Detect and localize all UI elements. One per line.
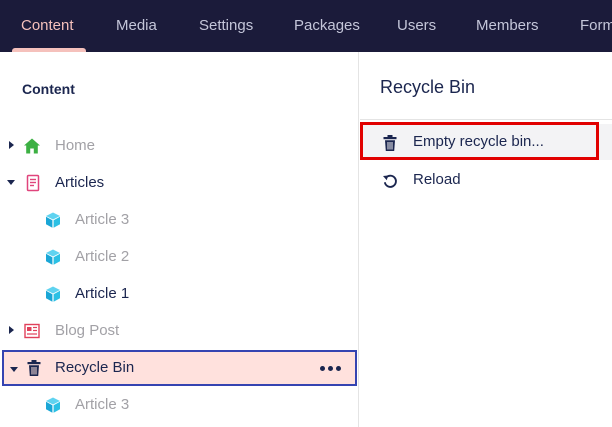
tree-node-label: Home [55, 137, 96, 154]
tab-content[interactable]: Content [21, 0, 74, 52]
tree-node-article-1[interactable]: Article 1 [0, 276, 359, 312]
tab-forms[interactable]: Forms [580, 0, 612, 52]
tab-packages[interactable]: Packages [294, 0, 360, 52]
expand-caret[interactable] [9, 326, 14, 334]
tree-node-recycled-article-3[interactable]: Article 3 [0, 387, 359, 423]
actions-title: Recycle Bin [380, 77, 476, 97]
tree-node-blog-post[interactable]: Blog Post [0, 313, 359, 349]
tree-node-home[interactable]: Home [0, 128, 359, 164]
tree-node-label: Recycle Bin [55, 359, 135, 376]
divider [360, 119, 612, 120]
cube-icon [46, 212, 60, 228]
tree-title: Content [22, 81, 75, 97]
document-icon [26, 174, 40, 192]
collapse-caret[interactable] [10, 367, 18, 372]
cube-icon [46, 286, 60, 302]
reload-button[interactable]: Reload [360, 162, 612, 198]
tab-media[interactable]: Media [116, 0, 157, 52]
tree-node-label: Blog Post [55, 322, 120, 339]
empty-recycle-bin-button[interactable]: Empty recycle bin... [360, 122, 612, 160]
actions-panel: Recycle Bin Empty recycle bin... Reload [360, 52, 612, 427]
collapse-caret[interactable] [7, 180, 15, 185]
tree-node-label: Article 3 [75, 211, 130, 228]
tab-users[interactable]: Users [397, 0, 436, 52]
highlight-box [360, 122, 599, 160]
newspaper-icon [24, 323, 40, 339]
tree-node-article-2[interactable]: Article 2 [0, 239, 359, 275]
tree-node-articles[interactable]: Articles [0, 165, 359, 201]
top-navigation: Content Media Settings Packages Users Me… [0, 0, 612, 52]
tree-node-label: Article 1 [75, 285, 130, 302]
tab-settings[interactable]: Settings [199, 0, 253, 52]
tree-node-recycle-bin[interactable]: Recycle Bin [2, 350, 357, 386]
content-tree-panel: Content Home Articles Article 3 Article … [0, 52, 359, 427]
expand-caret[interactable] [9, 141, 14, 149]
home-icon [24, 138, 40, 154]
tree-node-label: Articles [55, 174, 105, 191]
tree-node-label: Article 3 [75, 396, 130, 413]
cube-icon [46, 397, 60, 413]
tab-members[interactable]: Members [476, 0, 539, 52]
tree-node-article-3[interactable]: Article 3 [0, 202, 359, 238]
trash-icon [27, 360, 41, 376]
tree-node-label: Article 2 [75, 248, 130, 265]
reload-icon [383, 174, 397, 188]
more-options-icon[interactable] [320, 366, 341, 371]
action-label: Reload [413, 171, 461, 188]
cube-icon [46, 249, 60, 265]
